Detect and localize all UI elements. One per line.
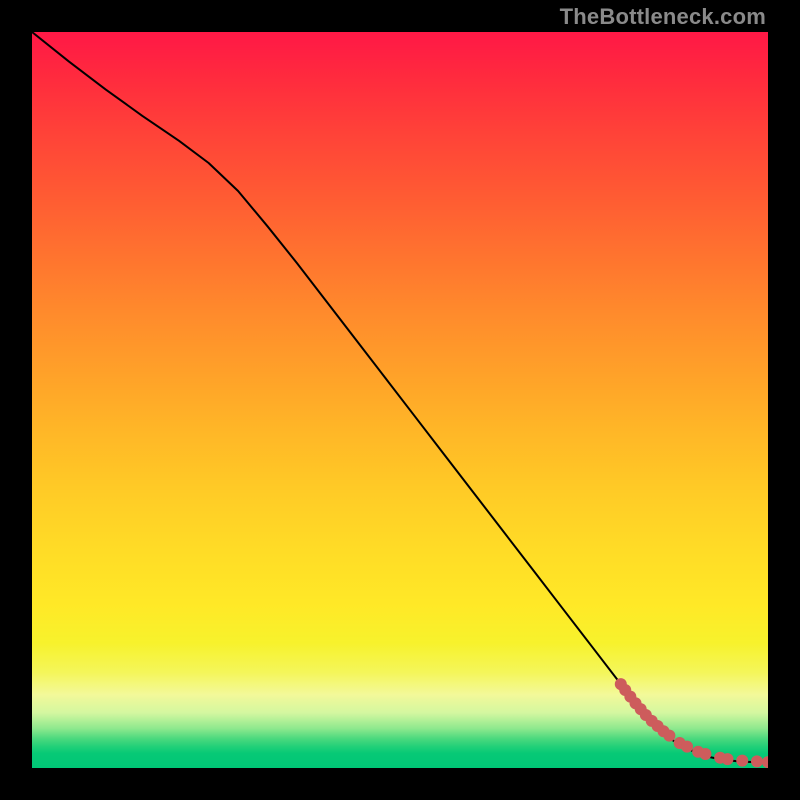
data-markers [615, 678, 768, 768]
marker-point [722, 753, 734, 765]
data-curve [32, 32, 768, 762]
marker-point [736, 755, 748, 767]
marker-point [663, 730, 675, 742]
watermark-text: TheBottleneck.com [560, 4, 766, 30]
marker-point [699, 748, 711, 760]
marker-point [751, 755, 763, 767]
marker-point [681, 741, 693, 753]
plot-area [32, 32, 768, 768]
chart-stage: TheBottleneck.com [0, 0, 800, 800]
marker-point [762, 756, 768, 768]
chart-svg [32, 32, 768, 768]
